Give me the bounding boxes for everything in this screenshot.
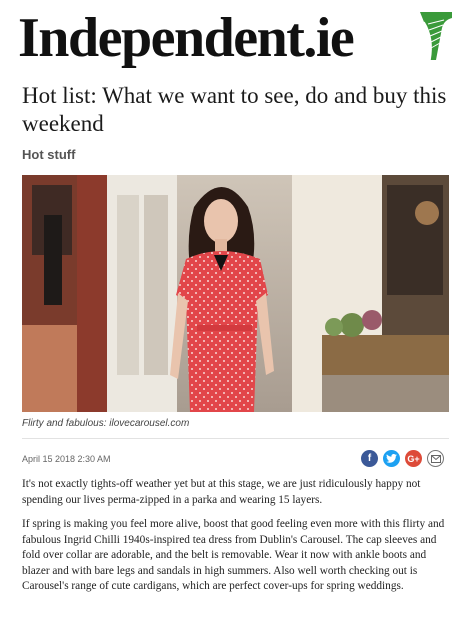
masthead: Independent.ie: [18, 2, 458, 74]
email-share-button[interactable]: [427, 450, 444, 467]
envelope-icon: [430, 454, 441, 463]
twitter-bird-icon: [386, 454, 397, 463]
facebook-icon: f: [367, 453, 372, 464]
brand-logo[interactable]: Independent.ie: [18, 2, 355, 74]
article-paragraph: It's not exactly tights-off weather yet …: [22, 478, 421, 506]
divider: [22, 438, 449, 439]
google-plus-share-button[interactable]: G+: [405, 450, 422, 467]
image-caption: Flirty and fabulous: ilovecarousel.com: [22, 418, 190, 429]
twitter-share-button[interactable]: [383, 450, 400, 467]
publish-date: April 15 2018 2:30 AM: [22, 454, 111, 464]
harp-icon: [420, 12, 452, 61]
section-label[interactable]: Hot stuff: [22, 147, 75, 162]
hero-image: [22, 175, 449, 412]
facebook-share-button[interactable]: f: [361, 450, 378, 467]
article-headline: Hot list: What we want to see, do and bu…: [22, 83, 447, 136]
google-plus-icon: G+: [407, 453, 420, 464]
share-bar: f G+: [361, 450, 444, 468]
article-paragraph: If spring is making you feel more alive,…: [22, 518, 445, 593]
